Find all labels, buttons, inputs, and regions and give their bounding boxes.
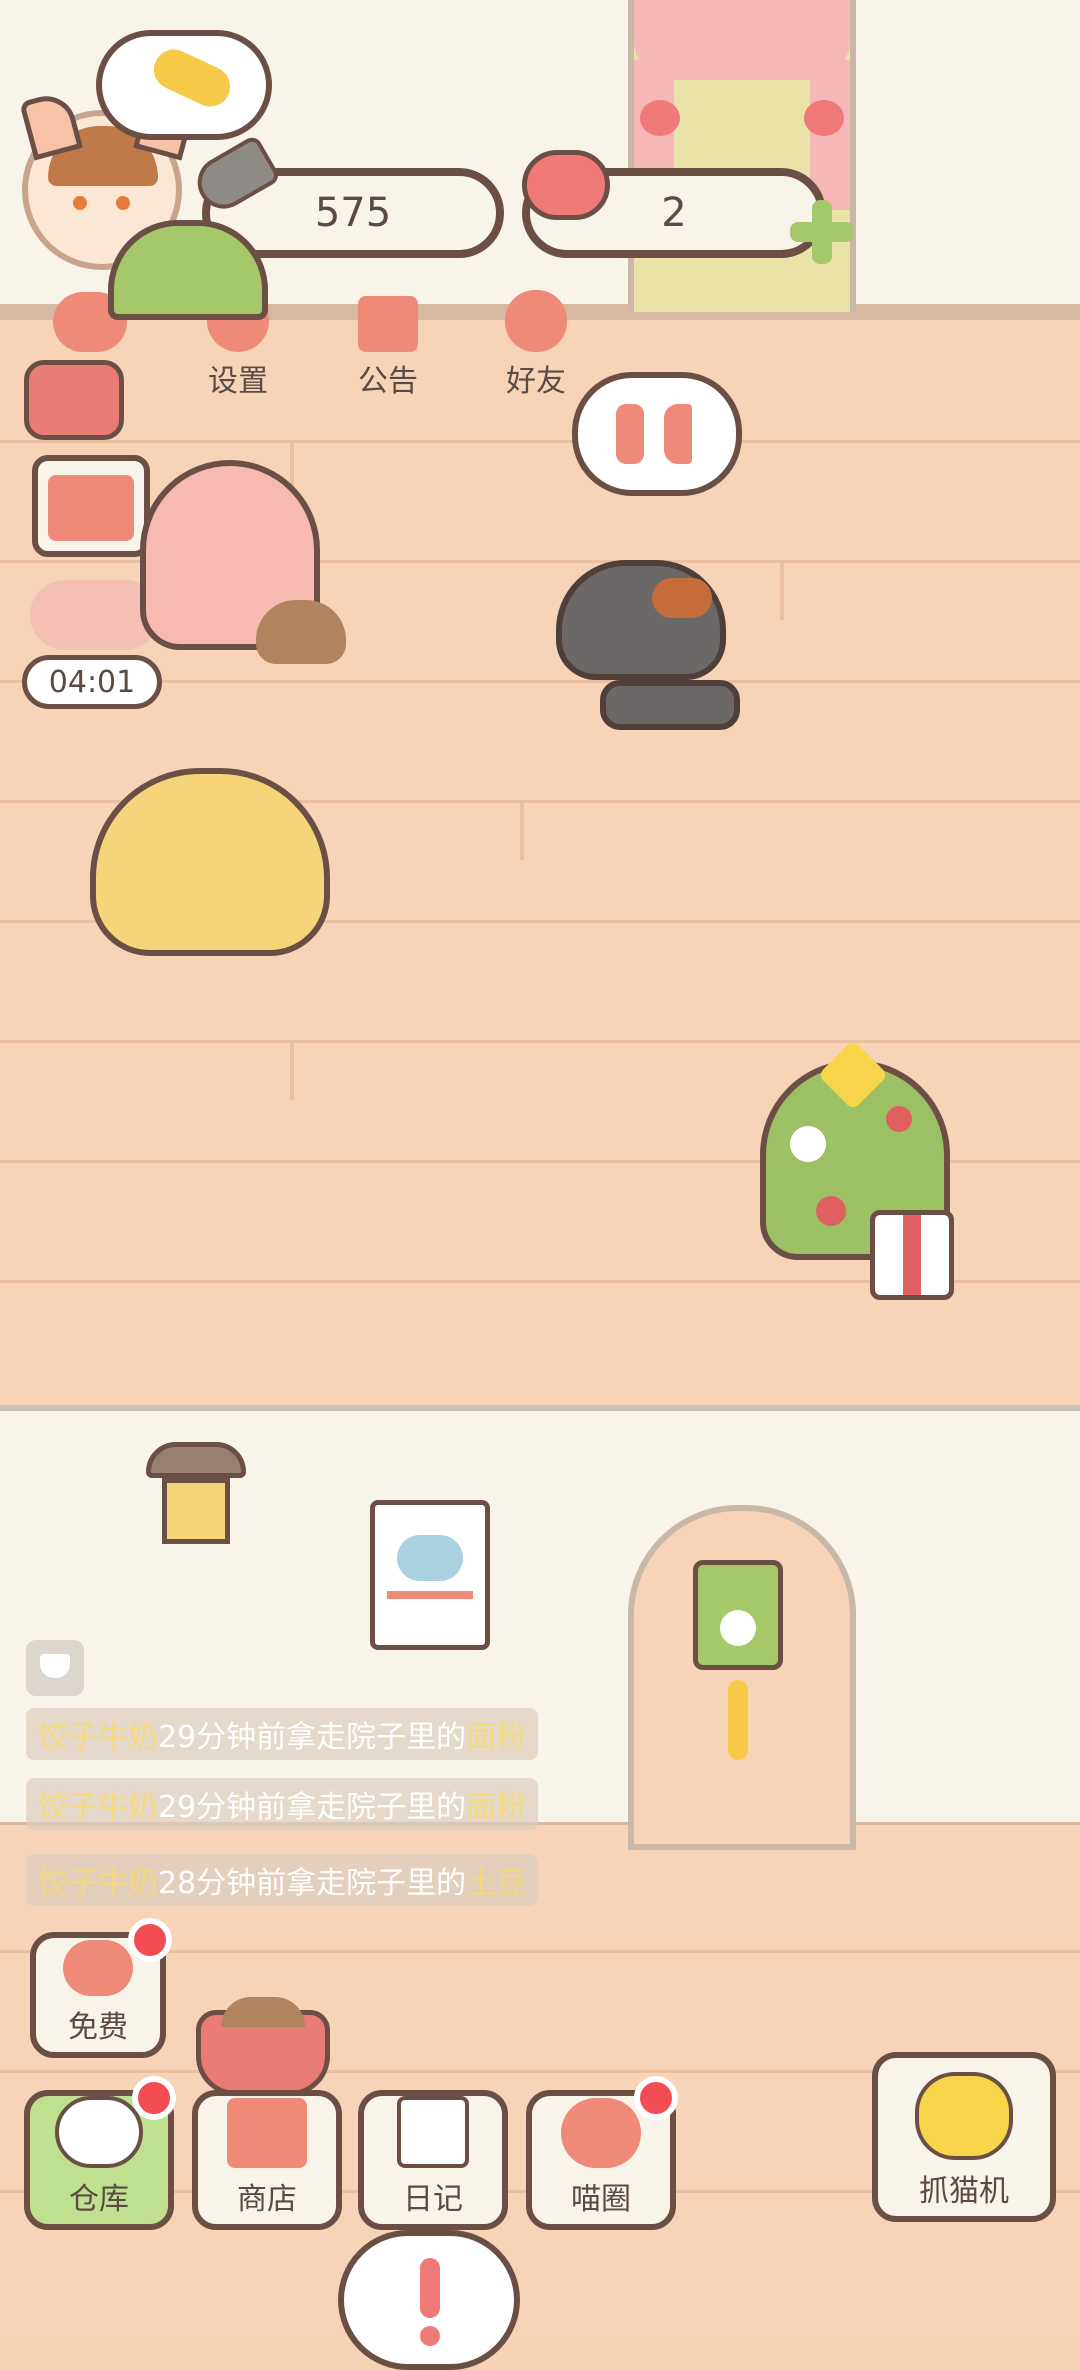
plank-seam [780,560,784,620]
gift-box-icon[interactable] [870,1210,954,1300]
plank-seam [520,800,524,860]
ribbon [903,1215,921,1295]
scroll-stripe [387,1591,473,1599]
notebook-icon [397,2096,469,2168]
chat-toggle-button[interactable] [26,1640,84,1696]
menu-notice-button[interactable]: 公告 [328,280,448,400]
feed-item: 饺子牛奶 28分钟前拿走院子里的 土豆 [26,1854,539,1906]
heart-icon [63,1940,133,1996]
heart-tie-icon [640,100,680,136]
free-label: 免费 [68,2010,128,2045]
doorway [628,1505,856,1850]
add-hearts-button[interactable] [790,200,854,264]
exclamation-icon [420,2258,440,2318]
feed-item-name: 土豆 [466,1866,527,1901]
timer-text: 04:01 [48,664,136,700]
tassel-icon [728,1680,748,1760]
food-bowl[interactable] [196,1997,330,2096]
exclamation-dot [420,2326,440,2346]
ornament-icon [886,1106,912,1132]
plus-icon-h [790,222,854,242]
cat-patch [652,578,712,618]
poop-icon[interactable] [256,600,346,664]
feed-item-name: 面粉 [466,1720,527,1755]
shop-label: 商店 [237,2182,297,2217]
plank-line [0,680,1080,683]
friends-icon [505,290,567,352]
menu-friends-button[interactable]: 好友 [476,280,596,400]
diary-button[interactable]: 日记 [358,2090,508,2230]
feed-user: 饺子牛奶 [38,1720,158,1755]
menu-label: 设置 [208,364,268,399]
fish-count: 575 [314,190,392,236]
feed-text: 29分钟前拿走院子里的 [158,1790,467,1825]
knife-icon [664,404,692,464]
feed-text: 29分钟前拿走院子里的 [158,1720,467,1755]
penguin-icon [720,1610,756,1646]
menu-label: 公告 [358,364,418,399]
lantern-top [146,1442,246,1478]
menu-label: 好友 [506,364,566,399]
heart-count: 2 [661,190,687,236]
shop-icon [227,2098,307,2168]
ornament-icon [790,1126,826,1162]
lantern-glass [162,1478,230,1544]
avatar-eye [73,196,87,210]
diary-label: 日记 [403,2182,463,2217]
rice-bowl-icon [55,2096,143,2168]
notification-dot [128,1918,172,1962]
warehouse-label: 仓库 [69,2182,129,2217]
fork-icon [616,404,644,464]
red-stool[interactable] [24,360,124,440]
shop-button[interactable]: 商店 [192,2090,342,2230]
feed-user: 饺子牛奶 [38,1790,158,1825]
heart-tie-icon [804,100,844,136]
cat-legs [600,680,740,730]
feed-item-name: 面粉 [466,1790,527,1825]
feed-item: 饺子牛奶 29分钟前拿走院子里的 面粉 [26,1708,539,1760]
window [628,0,856,312]
yellow-beanbag[interactable] [90,768,330,956]
feed-item: 饺子牛奶 29分钟前拿走院子里的 面粉 [26,1778,539,1830]
gift-icon [358,296,418,352]
notification-dot [132,2076,176,2120]
claw-machine-button[interactable]: 抓猫机 [872,2052,1056,2222]
diary-edit-button[interactable] [32,455,150,557]
cat-scroll-picture[interactable] [370,1500,490,1650]
hungry-bubble[interactable] [572,372,742,496]
cat-circle-label: 喵圈 [571,2182,631,2217]
cat-planet-icon [561,2098,641,2168]
cat-body[interactable] [556,560,726,680]
claw-icon [915,2072,1013,2160]
lantern[interactable] [146,1430,246,1565]
feed-user: 饺子牛奶 [38,1866,158,1901]
avatar-eye [116,196,130,210]
bread-icon [147,42,237,114]
heart-icon [522,150,610,220]
plank-line [0,1040,1080,1043]
thought-bubble [96,30,272,140]
event-timer: 04:01 [22,655,162,709]
feed-text: 28分钟前拿走院子里的 [158,1866,467,1901]
notification-dot [634,2076,678,2120]
chevron-down-icon [40,1654,70,1678]
cat-portrait-icon [397,1535,463,1581]
alert-button[interactable] [338,2230,520,2370]
claw-machine-label: 抓猫机 [919,2174,1009,2209]
pencil-icon [48,475,134,541]
plank-line [0,440,1080,443]
ornament-icon [816,1196,846,1226]
plank-seam [290,1040,294,1100]
